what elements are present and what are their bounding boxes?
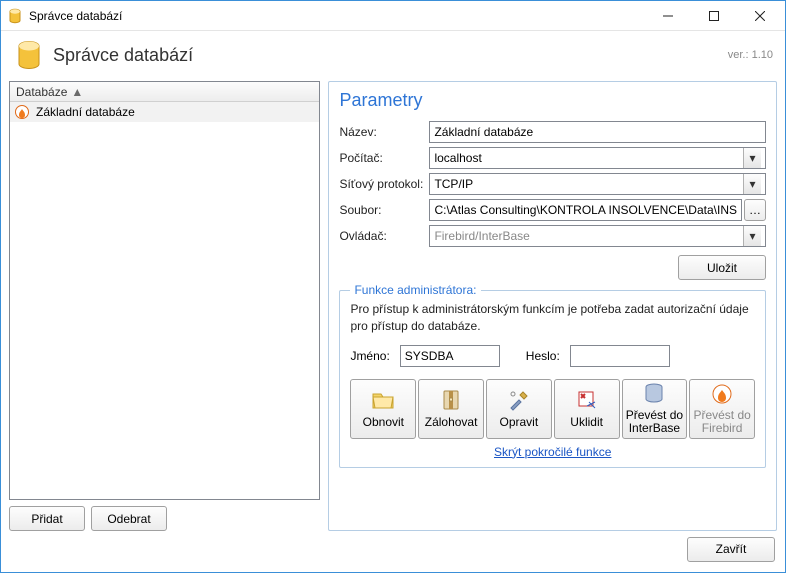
window-title: Správce databází bbox=[29, 9, 645, 23]
backup-button[interactable]: Zálohovat bbox=[418, 379, 484, 439]
convert-firebird-button: Převést do Firebird bbox=[689, 379, 755, 439]
list-item[interactable]: Základní databáze bbox=[10, 102, 319, 122]
parameters-title: Parametry bbox=[339, 90, 766, 111]
cleanup-button[interactable]: Uklidit bbox=[554, 379, 620, 439]
database-list[interactable]: Databáze ▲ Základní databáze bbox=[9, 81, 320, 500]
tools-icon bbox=[507, 388, 531, 412]
protocol-label: Síťový protokol: bbox=[339, 177, 429, 191]
repair-button[interactable]: Opravit bbox=[486, 379, 552, 439]
close-dialog-button[interactable]: Zavřít bbox=[687, 537, 775, 562]
username-label: Jméno: bbox=[350, 349, 389, 363]
name-label: Název: bbox=[339, 125, 429, 139]
admin-description: Pro přístup k administrátorským funkcím … bbox=[350, 301, 755, 335]
column-header-label: Databáze bbox=[16, 85, 67, 99]
username-input[interactable] bbox=[400, 345, 500, 367]
firebird-icon bbox=[710, 382, 734, 406]
chevron-down-icon: ▾ bbox=[743, 148, 761, 168]
host-select[interactable]: localhost▾ bbox=[429, 147, 766, 169]
restore-button[interactable]: Obnovit bbox=[350, 379, 416, 439]
footer: Zavřít bbox=[1, 531, 785, 567]
browse-button[interactable]: … bbox=[744, 199, 766, 221]
archive-icon bbox=[439, 388, 463, 412]
save-button[interactable]: Uložit bbox=[678, 255, 766, 280]
add-button[interactable]: Přidat bbox=[9, 506, 85, 531]
password-input[interactable] bbox=[570, 345, 670, 367]
column-header-database[interactable]: Databáze ▲ bbox=[10, 82, 319, 102]
driver-label: Ovládač: bbox=[339, 229, 429, 243]
chevron-down-icon: ▾ bbox=[743, 226, 761, 246]
driver-select: Firebird/InterBase▾ bbox=[429, 225, 766, 247]
hide-advanced-link[interactable]: Skrýt pokročilé funkce bbox=[350, 445, 755, 459]
remove-button[interactable]: Odebrat bbox=[91, 506, 167, 531]
parameters-panel: Parametry Název: Základní databáze Počít… bbox=[328, 81, 777, 531]
close-button[interactable] bbox=[737, 1, 783, 30]
database-list-panel: Databáze ▲ Základní databáze Přidat Odeb… bbox=[9, 81, 320, 531]
version-label: ver.: 1.10 bbox=[728, 49, 773, 61]
password-label: Heslo: bbox=[526, 349, 560, 363]
firebird-icon bbox=[14, 104, 30, 120]
cleanup-icon bbox=[575, 388, 599, 412]
host-label: Počítač: bbox=[339, 151, 429, 165]
app-icon bbox=[7, 8, 23, 24]
chevron-down-icon: ▾ bbox=[743, 174, 761, 194]
list-item-label: Základní databáze bbox=[36, 105, 135, 119]
folder-open-icon bbox=[371, 388, 395, 412]
file-label: Soubor: bbox=[339, 203, 429, 217]
admin-fieldset: Funkce administrátora: Pro přístup k adm… bbox=[339, 290, 766, 468]
admin-legend: Funkce administrátora: bbox=[350, 283, 480, 297]
sort-asc-icon: ▲ bbox=[71, 85, 83, 99]
interbase-icon bbox=[642, 382, 666, 406]
minimize-button[interactable] bbox=[645, 1, 691, 30]
name-input[interactable]: Základní databáze bbox=[429, 121, 766, 143]
convert-interbase-button[interactable]: Převést do InterBase bbox=[622, 379, 688, 439]
maximize-button[interactable] bbox=[691, 1, 737, 30]
header: Správce databází ver.: 1.10 bbox=[1, 31, 785, 79]
page-title: Správce databází bbox=[53, 45, 193, 66]
database-icon bbox=[13, 39, 45, 71]
file-input[interactable]: C:\Atlas Consulting\KONTROLA INSOLVENCE\… bbox=[429, 199, 742, 221]
protocol-select[interactable]: TCP/IP▾ bbox=[429, 173, 766, 195]
titlebar: Správce databází bbox=[1, 1, 785, 31]
